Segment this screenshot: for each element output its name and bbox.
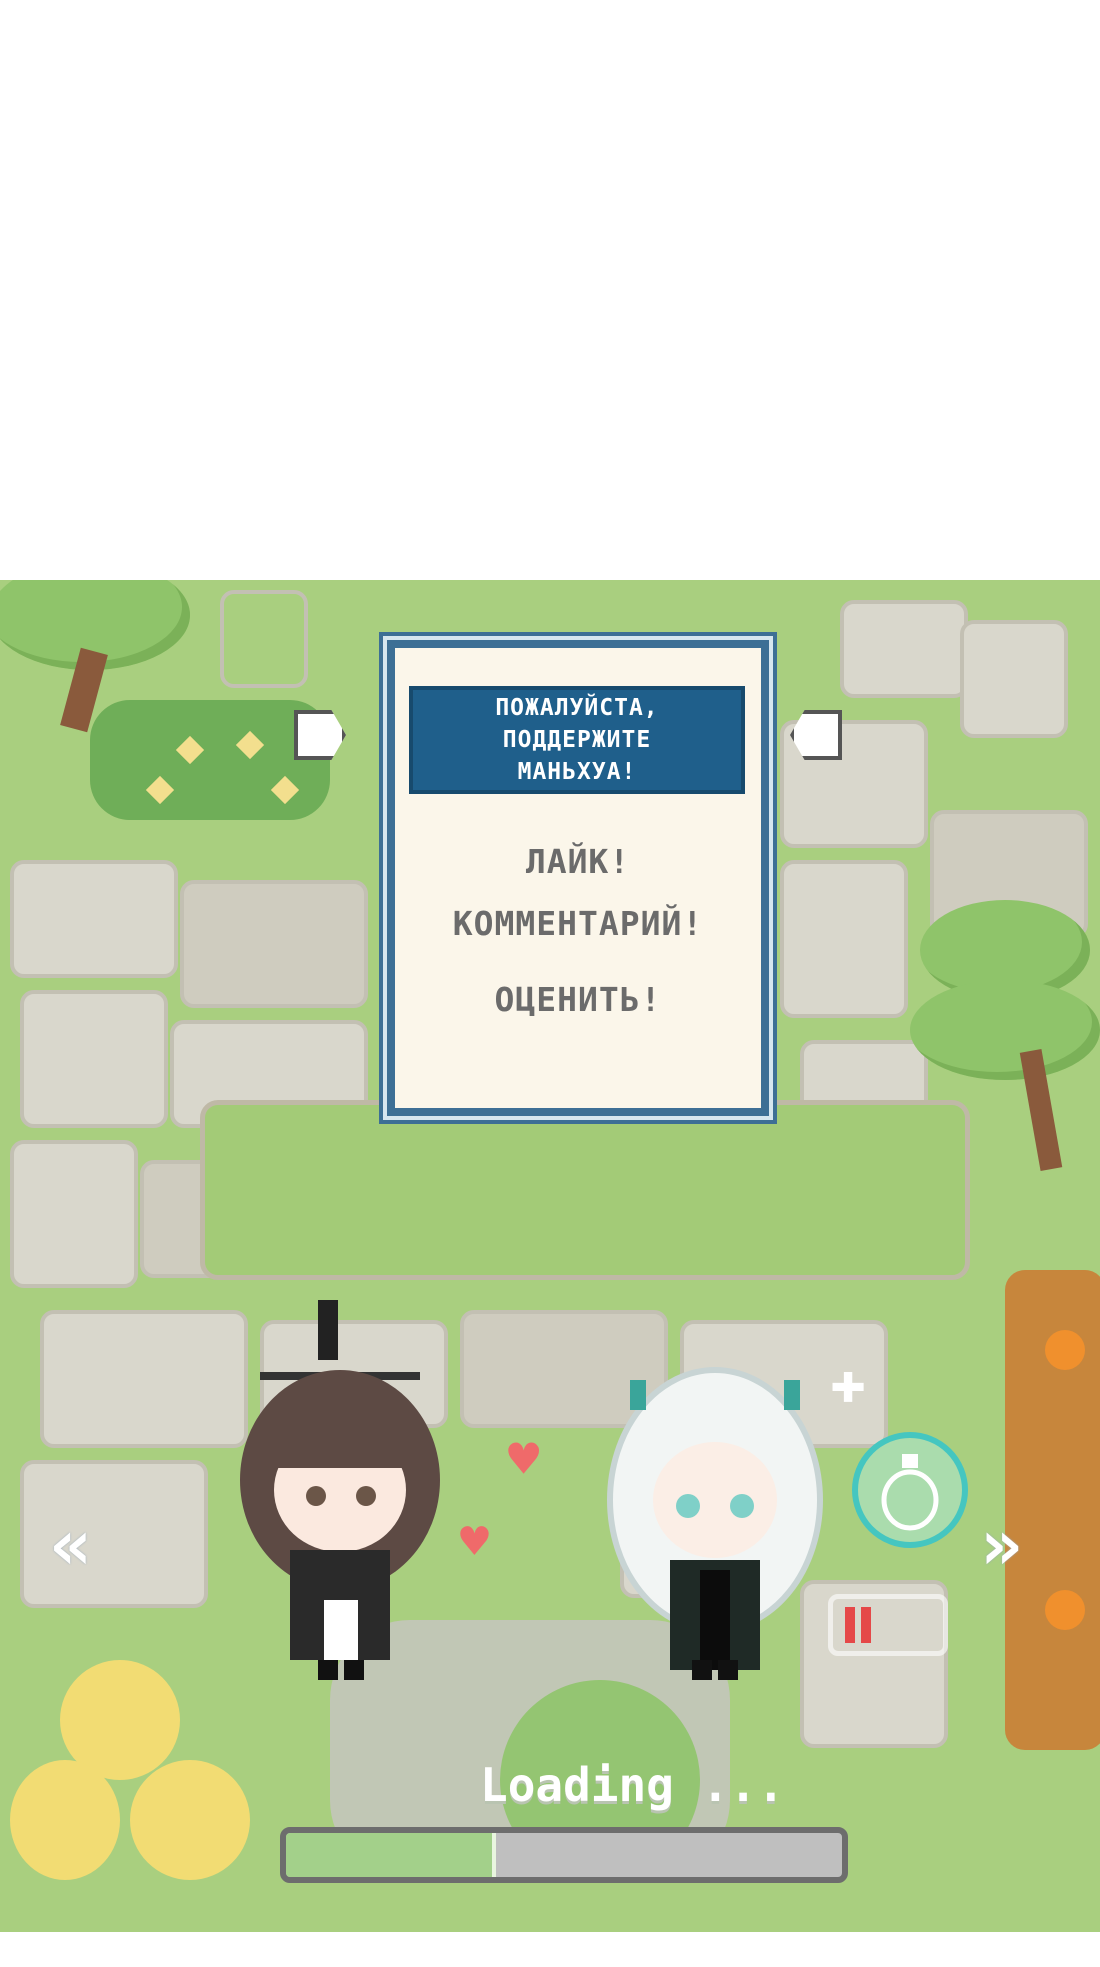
loading-progress-fill: [286, 1833, 496, 1877]
stone-tile: [40, 1310, 248, 1448]
dialog-header-line: МАНЬХУА!: [517, 759, 637, 785]
comment-action[interactable]: КОММЕНТАРИЙ!: [395, 904, 761, 943]
white-haired-character: [607, 1367, 823, 1680]
stone-tile: [780, 860, 908, 1018]
heart-icon: ♥: [508, 1430, 540, 1490]
stone-tile: [10, 1140, 138, 1288]
like-action[interactable]: ЛАЙК!: [395, 842, 761, 881]
stone-tile: [20, 1460, 208, 1608]
orange-fruit-icon: [1045, 1330, 1085, 1370]
stone-tile: [10, 860, 178, 978]
stone-tile: [220, 590, 308, 688]
blank-top-area: [0, 0, 1100, 580]
yellow-tree: [10, 1760, 120, 1880]
dialog-header-line: ПОДДЕРЖИТЕ: [502, 727, 652, 753]
stone-tile: [960, 620, 1068, 738]
yellow-tree: [130, 1760, 250, 1880]
next-page-button[interactable]: »: [980, 1510, 1022, 1580]
stone-tile: [840, 600, 968, 698]
support-dialog: ПОЖАЛУЙСТА, ПОДДЕРЖИТЕ МАНЬХУА! ЛАЙК! КО…: [387, 640, 769, 1116]
dark-haired-character: [240, 1300, 440, 1680]
loading-label: Loading ...: [480, 1758, 785, 1812]
orange-fruit-icon: [1045, 1590, 1085, 1630]
grass-patch: [200, 1100, 970, 1280]
dialog-header: ПОЖАЛУЙСТА, ПОДДЕРЖИТЕ МАНЬХУА!: [409, 686, 745, 794]
stone-tile: [20, 990, 168, 1128]
heart-icon: ♥: [460, 1514, 489, 1570]
potion-bottle-icon: [852, 1432, 968, 1548]
potion-bottle-glyph: [881, 1454, 939, 1531]
loading-progress-bar: [280, 1827, 848, 1883]
battery-icon: [828, 1594, 948, 1656]
stone-tile: [180, 880, 368, 1008]
battery-cell: [845, 1607, 855, 1643]
rate-action[interactable]: ОЦЕНИТЬ!: [395, 980, 761, 1019]
battery-cell: [861, 1607, 871, 1643]
tree-crown-right: [910, 980, 1100, 1080]
sparkle-icon: ✚: [830, 1347, 867, 1417]
dialog-header-line: ПОЖАЛУЙСТА,: [495, 695, 659, 721]
prev-page-button[interactable]: «: [50, 1510, 92, 1580]
